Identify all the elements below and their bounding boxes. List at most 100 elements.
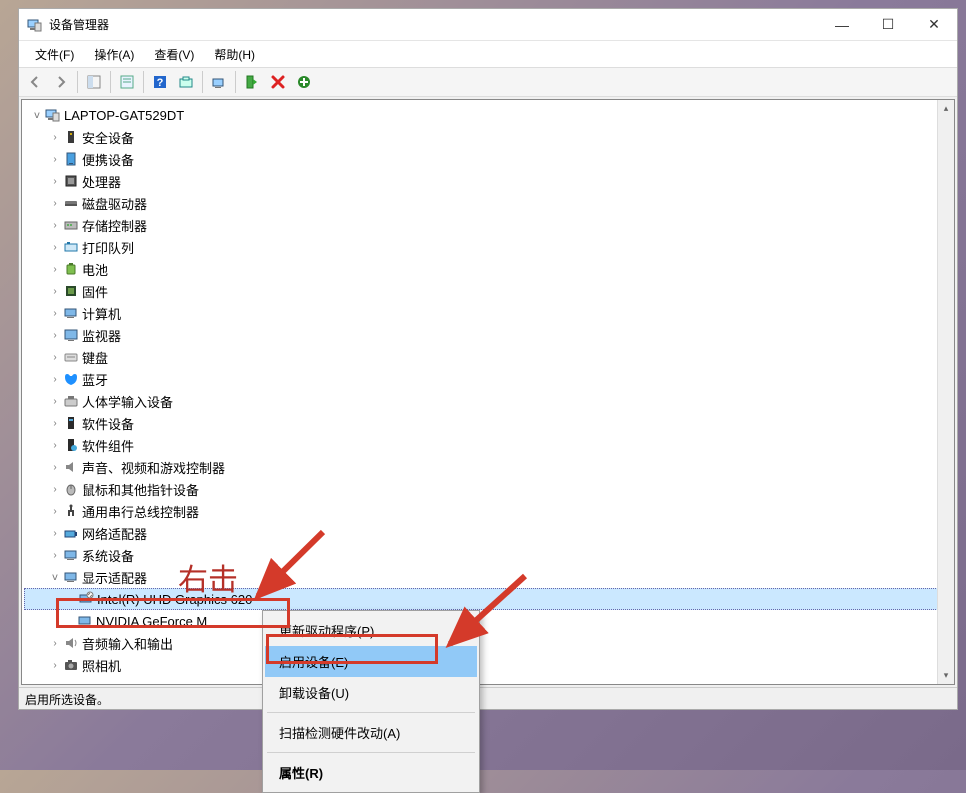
expand-icon[interactable]: › (48, 462, 62, 473)
tree-item-label: 存储控制器 (82, 216, 147, 235)
expand-icon[interactable]: › (48, 506, 62, 517)
status-text: 启用所选设备。 (25, 693, 109, 707)
titlebar[interactable]: 设备管理器 — ☐ ✕ (19, 9, 957, 41)
context-menu-update-driver[interactable]: 更新驱动程序(P) (265, 615, 477, 646)
expand-icon[interactable]: › (48, 220, 62, 231)
expand-icon[interactable]: › (48, 528, 62, 539)
tree-item-intel-uhd[interactable]: Intel(R) UHD Graphics 620 (24, 588, 954, 610)
tree-category[interactable]: ⅴ显示适配器 (24, 566, 954, 588)
tree-item-label: 处理器 (82, 172, 121, 191)
tree-item-label: Intel(R) UHD Graphics 620 (97, 592, 252, 607)
menu-action[interactable]: 操作(A) (84, 42, 144, 67)
tree-category[interactable]: ›网络适配器 (24, 522, 954, 544)
update-driver-button[interactable] (207, 70, 231, 94)
tree-category[interactable]: › 处理器 (24, 170, 954, 192)
menu-view[interactable]: 查看(V) (144, 42, 204, 67)
expand-icon[interactable]: › (48, 484, 62, 495)
enable-device-button[interactable] (240, 70, 264, 94)
close-button[interactable]: ✕ (911, 9, 957, 41)
tree-category[interactable]: ›固件 (24, 280, 954, 302)
nav-back-button[interactable] (23, 70, 47, 94)
category-icon (62, 261, 80, 277)
expand-icon[interactable]: › (48, 396, 62, 407)
collapse-icon[interactable]: ⅴ (30, 110, 44, 121)
scan-button[interactable] (174, 70, 198, 94)
expand-icon[interactable]: › (48, 198, 62, 209)
expand-icon[interactable]: › (48, 264, 62, 275)
vertical-scrollbar[interactable]: ▴ ▾ (937, 100, 954, 684)
audio-icon (62, 635, 80, 651)
maximize-button[interactable]: ☐ (865, 9, 911, 41)
tree-item-nvidia[interactable]: NVIDIA GeForce M (24, 610, 954, 632)
context-menu-separator (267, 752, 475, 753)
tree-item-label: 打印队列 (82, 238, 134, 257)
tree-category[interactable]: ›软件组件 (24, 434, 954, 456)
tree-category[interactable]: › 软件设备 (24, 412, 954, 434)
tree-category[interactable]: ›监视器 (24, 324, 954, 346)
expand-icon[interactable]: › (48, 374, 62, 385)
toolbar-separator (202, 71, 203, 93)
category-icon (62, 239, 80, 255)
expand-icon[interactable]: › (48, 638, 62, 649)
tree-category[interactable]: ›通用串行总线控制器 (24, 500, 954, 522)
tree-category[interactable]: › 存储控制器 (24, 214, 954, 236)
tree-item-label: 磁盘驱动器 (82, 194, 147, 213)
tree-category[interactable]: › 键盘 (24, 346, 954, 368)
tree-category[interactable]: › 便携设备 (24, 148, 954, 170)
tree-item-label: 软件设备 (82, 414, 134, 433)
help-button[interactable]: ? (148, 70, 172, 94)
tree-item-label: 便携设备 (82, 150, 134, 169)
tree-category[interactable]: ›人体学输入设备 (24, 390, 954, 412)
minimize-button[interactable]: — (819, 9, 865, 41)
expand-icon[interactable]: › (48, 154, 62, 165)
computer-icon (44, 107, 62, 123)
expand-icon[interactable]: › (48, 308, 62, 319)
tree-root[interactable]: ⅴ LAPTOP-GAT529DT (24, 104, 954, 126)
uninstall-device-button[interactable] (266, 70, 290, 94)
expand-icon[interactable]: › (48, 352, 62, 363)
expand-icon[interactable]: › (48, 176, 62, 187)
nav-forward-button[interactable] (49, 70, 73, 94)
expand-icon[interactable]: › (48, 330, 62, 341)
tree-category[interactable]: ›计算机 (24, 302, 954, 324)
context-menu-scan-hardware[interactable]: 扫描检测硬件改动(A) (265, 717, 477, 748)
tree-item-camera[interactable]: › 照相机 (24, 654, 954, 676)
context-menu-enable-device[interactable]: 启用设备(E) (265, 646, 477, 677)
tree-category[interactable]: ›安全设备 (24, 126, 954, 148)
toolbar-separator (143, 71, 144, 93)
context-menu-uninstall-device[interactable]: 卸载设备(U) (265, 677, 477, 708)
expand-icon[interactable]: › (48, 550, 62, 561)
expand-icon[interactable]: › (48, 418, 62, 429)
tree-category[interactable]: › 打印队列 (24, 236, 954, 258)
scroll-up-icon[interactable]: ▴ (938, 100, 954, 117)
tree-category[interactable]: ›声音、视频和游戏控制器 (24, 456, 954, 478)
context-menu-separator (267, 712, 475, 713)
menu-help[interactable]: 帮助(H) (204, 42, 265, 67)
app-icon (27, 17, 43, 33)
category-icon (62, 459, 80, 475)
collapse-icon[interactable]: ⅴ (48, 572, 62, 583)
expand-icon[interactable]: › (48, 242, 62, 253)
expand-icon[interactable]: › (48, 660, 62, 671)
tree-category[interactable]: ›系统设备 (24, 544, 954, 566)
category-icon (62, 129, 80, 145)
expand-icon[interactable]: › (48, 286, 62, 297)
tree-category[interactable]: ›蓝牙 (24, 368, 954, 390)
category-icon (62, 525, 80, 541)
tree-category[interactable]: ›电池 (24, 258, 954, 280)
properties-button[interactable] (115, 70, 139, 94)
expand-icon[interactable]: › (48, 440, 62, 451)
display-adapter-icon (77, 591, 95, 607)
scroll-track[interactable] (938, 117, 954, 667)
menu-file[interactable]: 文件(F) (25, 42, 84, 67)
add-legacy-button[interactable] (292, 70, 316, 94)
context-menu-properties[interactable]: 属性(R) (265, 757, 477, 788)
tree-item-label: 键盘 (82, 348, 108, 367)
tree-category[interactable]: ›鼠标和其他指针设备 (24, 478, 954, 500)
scroll-down-icon[interactable]: ▾ (938, 667, 954, 684)
show-hidden-button[interactable] (82, 70, 106, 94)
tree-item-audio-io[interactable]: › 音频输入和输出 (24, 632, 954, 654)
expand-icon[interactable]: › (48, 132, 62, 143)
tree-category[interactable]: › 磁盘驱动器 (24, 192, 954, 214)
device-tree[interactable]: ⅴ LAPTOP-GAT529DT ›安全设备 › 便携设备 › 处理器 › 磁盘驱动器 › 存… (22, 100, 954, 684)
